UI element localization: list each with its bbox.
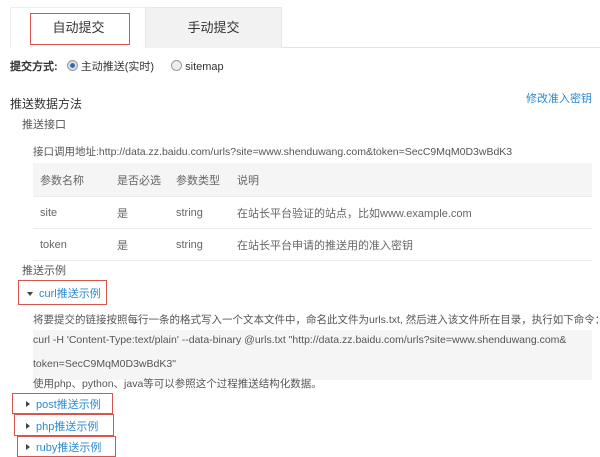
highlight-box xyxy=(30,13,130,45)
cell: 在站长平台验证的站点，比如www.example.com xyxy=(230,196,592,229)
php-example-toggle[interactable]: php推送示例 xyxy=(26,418,98,434)
toggle-label: ruby推送示例 xyxy=(36,442,102,454)
radio-active-push[interactable]: 主动推送(实时) xyxy=(66,60,155,73)
interface-url-row: 接口调用地址:http://data.zz.baidu.com/urls?sit… xyxy=(33,144,512,159)
cell: 是 xyxy=(110,196,169,229)
cell: string xyxy=(169,196,230,229)
caret-right-icon xyxy=(26,423,30,429)
curl-example-toggle[interactable]: curl推送示例 xyxy=(27,285,101,301)
toggle-label: php推送示例 xyxy=(36,421,99,433)
caret-down-icon xyxy=(27,292,33,296)
cell: 在站长平台申请的推送用的准入密钥 xyxy=(230,228,592,261)
post-example-toggle[interactable]: post推送示例 xyxy=(26,396,101,412)
url-label: 接口调用地址: xyxy=(33,146,99,158)
submit-method-row: 提交方式: 主动推送(实时) sitemap xyxy=(10,58,224,74)
section-title: 推送数据方法 xyxy=(10,97,83,111)
cell: token xyxy=(33,228,110,261)
cell: string xyxy=(169,228,230,261)
interface-title: 推送接口 xyxy=(22,119,66,131)
radio-label: 主动推送(实时) xyxy=(80,61,155,73)
table-row: site 是 string 在站长平台验证的站点，比如www.example.com xyxy=(33,196,592,229)
radio-label: sitemap xyxy=(185,61,224,73)
modify-key-link[interactable]: 修改准入密钥 xyxy=(526,90,592,106)
examples-title: 推送示例 xyxy=(22,265,66,277)
radio-sitemap[interactable]: sitemap xyxy=(171,60,224,73)
tab-manual-submit[interactable]: 手动提交 xyxy=(145,7,282,48)
radio-unselected-icon xyxy=(171,60,183,71)
caret-right-icon xyxy=(26,444,30,450)
header-cell: 是否必选 xyxy=(110,163,169,197)
caret-right-icon xyxy=(26,401,30,407)
cell: 是 xyxy=(110,228,169,261)
header-cell: 参数类型 xyxy=(169,163,230,197)
curl-note: 使用php、python、java等可以参照这个过程推送结构化数据。 xyxy=(33,378,322,390)
params-table: 参数名称 是否必选 参数类型 说明 site 是 string 在站长平台验证的站点，… xyxy=(33,163,592,261)
interface-url: http://data.zz.baidu.com/urls?site=www.s… xyxy=(98,146,513,158)
submit-method-label: 提交方式: xyxy=(10,61,58,73)
radio-selected-icon xyxy=(66,60,78,71)
cell: site xyxy=(33,196,110,229)
code-line: curl -H 'Content-Type:text/plain' --data… xyxy=(33,334,567,346)
ruby-example-toggle[interactable]: ruby推送示例 xyxy=(26,439,101,455)
code-line: token=SecC9MqM0D3wBdK3" xyxy=(33,358,176,370)
toggle-label: curl推送示例 xyxy=(39,288,101,300)
curl-description: 将要提交的链接按照每行一条的格式写入一个文本文件中，命名此文件为urls.txt… xyxy=(33,314,600,326)
header-cell: 参数名称 xyxy=(33,163,110,197)
header-cell: 说明 xyxy=(230,163,592,197)
toggle-label: post推送示例 xyxy=(36,399,101,411)
table-row: token 是 string 在站长平台申请的推送用的准入密钥 xyxy=(33,228,592,261)
table-header: 参数名称 是否必选 参数类型 说明 xyxy=(33,163,592,197)
